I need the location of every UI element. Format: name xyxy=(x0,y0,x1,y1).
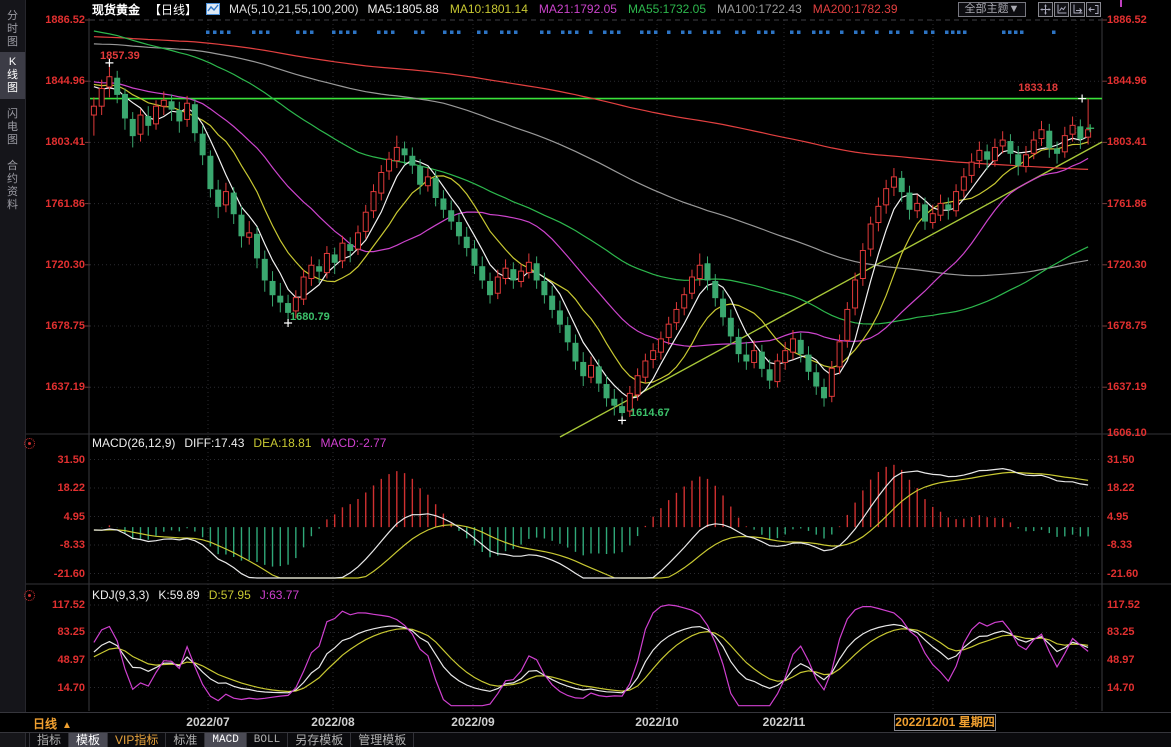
price-label-left: 1844.96 xyxy=(33,75,85,87)
kdj-axis-label-left: 117.52 xyxy=(33,599,85,611)
ma-value-ma5: MA5:1805.88 xyxy=(367,2,438,16)
kdj-k-value: K:59.89 xyxy=(158,588,199,602)
candles xyxy=(91,63,1090,420)
date-label: 2022/08 xyxy=(293,715,373,729)
kdj-axis-label-right: 14.70 xyxy=(1107,682,1167,694)
price-label-right: 1678.75 xyxy=(1107,320,1167,332)
kdj-j-value: J:63.77 xyxy=(260,588,299,602)
ma-value-ma55: MA55:1732.05 xyxy=(628,2,706,16)
move-icon xyxy=(1039,3,1052,16)
date-label: 2022/10 xyxy=(617,715,697,729)
tab-2[interactable]: 模板 xyxy=(69,733,108,747)
sidebar-item-1[interactable]: 分 时 图 xyxy=(0,6,25,53)
main-chart-canvas[interactable] xyxy=(0,0,1171,747)
pan-button[interactable] xyxy=(1038,2,1053,17)
price-label-right: 1803.41 xyxy=(1107,136,1167,148)
price-annotation: 1857.39 xyxy=(100,50,218,62)
macd-axis-label-right: -8.33 xyxy=(1107,539,1167,551)
ma-value-ma21: MA21:1792.05 xyxy=(539,2,617,16)
macd-axis-label-right: 31.50 xyxy=(1107,454,1167,466)
macd-axis-label-left: -21.60 xyxy=(33,568,85,580)
tab-5[interactable]: MACD xyxy=(205,733,246,747)
axis-fit-button[interactable] xyxy=(1054,2,1069,17)
kdj-settings-icon[interactable] xyxy=(24,590,35,601)
date-label: 2022/07 xyxy=(168,715,248,729)
crosshair-top-tick xyxy=(1120,0,1122,7)
collapse-icon xyxy=(1087,3,1100,16)
ma-value-ma10: MA10:1801.14 xyxy=(450,2,528,16)
macd-axis-label-left: 18.22 xyxy=(33,482,85,494)
price-label-right: 1720.30 xyxy=(1107,259,1167,271)
toolbar-corner xyxy=(0,733,26,747)
macd-axis-label-right: -21.60 xyxy=(1107,568,1167,580)
price-label-left: 1637.19 xyxy=(33,381,85,393)
tab-4[interactable]: 标准 xyxy=(166,733,205,747)
date-label: 2022/09 xyxy=(433,715,513,729)
kdj-d-value: D:57.95 xyxy=(209,588,251,602)
tab-3[interactable]: VIP指标 xyxy=(108,733,166,747)
ma-value-ma100: MA100:1722.43 xyxy=(717,2,802,16)
macd-axis-label-left: 31.50 xyxy=(33,454,85,466)
macd-value: MACD:-2.77 xyxy=(320,436,386,450)
ma-params-label: MA(5,10,21,55,100,200) xyxy=(229,2,358,16)
axis-scale-button[interactable] xyxy=(1070,2,1085,17)
kdj-axis-label-left: 48.97 xyxy=(33,654,85,666)
date-axis: 日线▲ 2022/072022/082022/092022/102022/11 … xyxy=(0,712,1171,732)
period-selector[interactable]: 日线 ▲ xyxy=(33,715,72,732)
price-label-left: 1803.41 xyxy=(33,136,85,148)
kdj-axis-label-left: 14.70 xyxy=(33,682,85,694)
price-label-right: 1886.52 xyxy=(1107,14,1167,26)
price-annotation: 1833.18 xyxy=(940,82,1058,94)
macd-axis-label-right: 18.22 xyxy=(1107,482,1167,494)
price-annotation: 1614.67 xyxy=(630,407,748,419)
period-selector-label: 日线 xyxy=(33,717,57,731)
period-tag: 【日线】 xyxy=(149,1,197,18)
price-annotation: 1680.79 xyxy=(290,311,408,323)
trading-app: 分 时 图K 线 图闪 电 图合 约 资 料 现货黄金 【日线】 MA(5,10… xyxy=(0,0,1171,747)
chart-header: 现货黄金 【日线】 MA(5,10,21,55,100,200) MA5:180… xyxy=(25,0,1012,18)
tab-6[interactable]: BOLL xyxy=(247,733,288,747)
macd-axis-label-left: 4.95 xyxy=(33,511,85,523)
kdj-param-label: KDJ(9,3,3) xyxy=(92,588,149,602)
price-label-left: 1761.86 xyxy=(33,198,85,210)
triangle-up-icon: ▲ xyxy=(62,720,72,731)
theme-dropdown[interactable]: 全部主题▼ xyxy=(958,2,1026,17)
axis-chart-icon xyxy=(1055,3,1068,16)
kdj-axis-label-left: 83.25 xyxy=(33,626,85,638)
kdj-header: KDJ(9,3,3) K:59.89 D:57.95 J:63.77 xyxy=(92,588,299,602)
symbol-title: 现货黄金 xyxy=(92,1,140,18)
macd-diff-value: DIFF:17.43 xyxy=(184,436,244,450)
price-label-right: 1606.10 xyxy=(1107,427,1167,439)
macd-header: MACD(26,12,9) DIFF:17.43 DEA:18.81 MACD:… xyxy=(92,436,386,450)
tab-8[interactable]: 管理模板 xyxy=(351,733,414,747)
sidebar-item-2[interactable]: K 线 图 xyxy=(0,52,25,99)
price-label-left: 1720.30 xyxy=(33,259,85,271)
macd-dea-value: DEA:18.81 xyxy=(253,436,311,450)
kdj-axis-label-right: 117.52 xyxy=(1107,599,1167,611)
price-label-right: 1844.96 xyxy=(1107,75,1167,87)
ma-values: MA5:1805.88 MA10:1801.14 MA21:1792.05 MA55:… xyxy=(367,2,897,16)
tab-1[interactable]: 指标 xyxy=(29,733,69,747)
macd-axis-label-left: -8.33 xyxy=(33,539,85,551)
axis-arrow-icon xyxy=(1071,3,1084,16)
collapse-button[interactable] xyxy=(1086,2,1101,17)
sidebar-item-3[interactable]: 闪 电 图 xyxy=(0,104,25,151)
ma-value-ma200: MA200:1782.39 xyxy=(813,2,898,16)
sidebar-item-4[interactable]: 合 约 资 料 xyxy=(0,156,25,216)
price-label-right: 1637.19 xyxy=(1107,381,1167,393)
macd-settings-icon[interactable] xyxy=(24,438,35,449)
tab-7[interactable]: 另存模板 xyxy=(288,733,351,747)
price-label-left: 1678.75 xyxy=(33,320,85,332)
date-label: 2022/11 xyxy=(744,715,824,729)
indicator-toolbar: 指标模板VIP指标标准MACDBOLL另存模板管理模板 xyxy=(0,732,1171,747)
crosshair-date-label: 2022/12/01 星期四 xyxy=(894,714,996,731)
kdj-axis-label-right: 48.97 xyxy=(1107,654,1167,666)
sidebar: 分 时 图K 线 图闪 电 图合 约 资 料 xyxy=(0,0,26,731)
price-label-right: 1761.86 xyxy=(1107,198,1167,210)
macd-axis-label-right: 4.95 xyxy=(1107,511,1167,523)
kdj-axis-label-right: 83.25 xyxy=(1107,626,1167,638)
macd-param-label: MACD(26,12,9) xyxy=(92,436,175,450)
indicator-icon xyxy=(206,3,220,15)
